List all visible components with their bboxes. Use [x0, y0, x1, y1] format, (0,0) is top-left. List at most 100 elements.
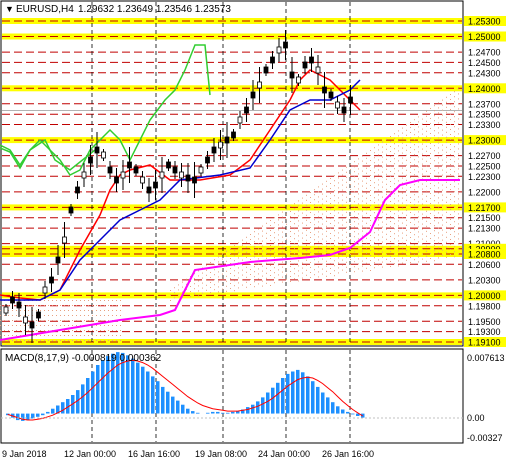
cloud-dot — [410, 262, 411, 263]
cloud-dot — [454, 106, 455, 108]
cloud-dot — [322, 223, 323, 225]
cloud-dot — [120, 325, 121, 326]
cloud-dot — [334, 210, 335, 212]
cloud-dot — [454, 101, 455, 103]
cloud-dot — [446, 196, 447, 198]
cloud-dot — [386, 248, 387, 250]
price-label: 1.24700 — [468, 48, 501, 58]
cloud-dot — [282, 281, 283, 283]
chart-canvas[interactable]: 1.253001.250001.247001.245001.243001.240… — [0, 0, 508, 466]
cloud-dot — [422, 203, 423, 205]
cloud-dot — [322, 203, 323, 205]
cloud-dot — [346, 191, 347, 193]
cloud-dot — [446, 231, 447, 233]
cloud-dot — [238, 282, 239, 284]
cloud-dot — [294, 263, 295, 265]
cloud-dot — [426, 260, 427, 262]
cloud-dot — [318, 226, 319, 228]
cloud-dot — [354, 261, 355, 263]
cloud-dot — [434, 210, 435, 212]
time-label: 19 Jan 08:00 — [195, 449, 247, 459]
cloud-dot — [410, 157, 411, 158]
cloud-dot — [370, 165, 371, 166]
cloud-dot — [378, 249, 379, 251]
cloud-dot — [266, 272, 267, 274]
cloud-dot — [394, 183, 395, 185]
cloud-dot — [446, 96, 447, 98]
cloud-dot — [402, 177, 403, 179]
cloud-dot — [88, 340, 89, 341]
cloud-dot — [306, 239, 307, 241]
cloud-dot — [386, 163, 387, 165]
cloud-dot — [406, 249, 407, 251]
cloud-dot — [430, 253, 431, 254]
cloud-dot — [334, 175, 335, 177]
cloud-dot — [314, 239, 315, 241]
cloud-dot — [446, 171, 447, 173]
macd-axis-zero: 0.00 — [467, 413, 485, 423]
cloud-dot — [262, 270, 263, 272]
cloud-dot — [270, 285, 271, 286]
cloud-dot — [318, 186, 319, 188]
cloud-dot — [294, 228, 295, 230]
cloud-dot — [306, 224, 307, 226]
cloud-dot — [442, 194, 443, 196]
cloud-dot — [330, 243, 331, 244]
cloud-dot — [246, 276, 247, 278]
cloud-dot — [100, 310, 101, 311]
cloud-dot — [450, 254, 451, 255]
cloud-dot — [414, 204, 415, 206]
cloud-dot — [402, 212, 403, 214]
cloud-dot — [314, 249, 315, 251]
cloud-dot — [326, 215, 327, 217]
cloud-dot — [418, 206, 419, 208]
cloud-dot — [258, 228, 259, 230]
cloud-dot — [442, 154, 443, 156]
cloud-dot — [44, 315, 45, 316]
cloud-dot — [434, 220, 435, 222]
cloud-dot — [302, 247, 303, 249]
cloud-dot — [386, 193, 387, 195]
cloud-dot — [44, 305, 45, 306]
cloud-dot — [426, 145, 427, 147]
cloud-dot — [378, 149, 379, 151]
cloud-dot — [410, 212, 411, 213]
cloud-dot — [418, 231, 419, 233]
cloud-dot — [282, 246, 283, 248]
chart-window[interactable]: 1.25300 1.25000 1.24700 1.24500 1.24300 1.240… — [0, 0, 508, 466]
cloud-dot — [286, 233, 287, 235]
cloud-dot — [422, 198, 423, 200]
cloud-dot — [398, 150, 399, 152]
cloud-dot — [450, 154, 451, 155]
cloud-dot — [374, 257, 375, 259]
cloud-dot — [394, 213, 395, 215]
cloud-dot — [346, 176, 347, 178]
cloud-dot — [402, 187, 403, 189]
price-label: 1.19100 — [468, 338, 501, 348]
cloud-dot — [370, 180, 371, 181]
cloud-dot — [330, 233, 331, 234]
time-label: 12 Jan 00:00 — [64, 449, 116, 459]
cloud-dot — [16, 330, 17, 331]
cloud-dot — [100, 320, 101, 321]
cloud-dot — [442, 214, 443, 216]
cloud-dot — [346, 246, 347, 248]
cloud-dot — [310, 192, 311, 193]
cloud-dot — [454, 216, 455, 218]
symbol-dropdown-icon[interactable]: ▼ — [5, 4, 14, 14]
cloud-dot — [92, 330, 93, 331]
cloud-dot — [8, 335, 9, 336]
candle-body — [263, 66, 269, 74]
cloud-dot — [446, 226, 447, 228]
cloud-dot — [334, 225, 335, 227]
cloud-dot — [210, 272, 211, 273]
cloud-dot — [378, 164, 379, 166]
cloud-dot — [214, 259, 215, 261]
cloud-dot — [112, 315, 113, 316]
cloud-dot — [338, 237, 339, 239]
cloud-dot — [36, 340, 37, 341]
cloud-dot — [206, 274, 207, 276]
cloud-dot — [354, 266, 355, 268]
cloud-dot — [302, 232, 303, 234]
cloud-dot — [458, 198, 459, 200]
